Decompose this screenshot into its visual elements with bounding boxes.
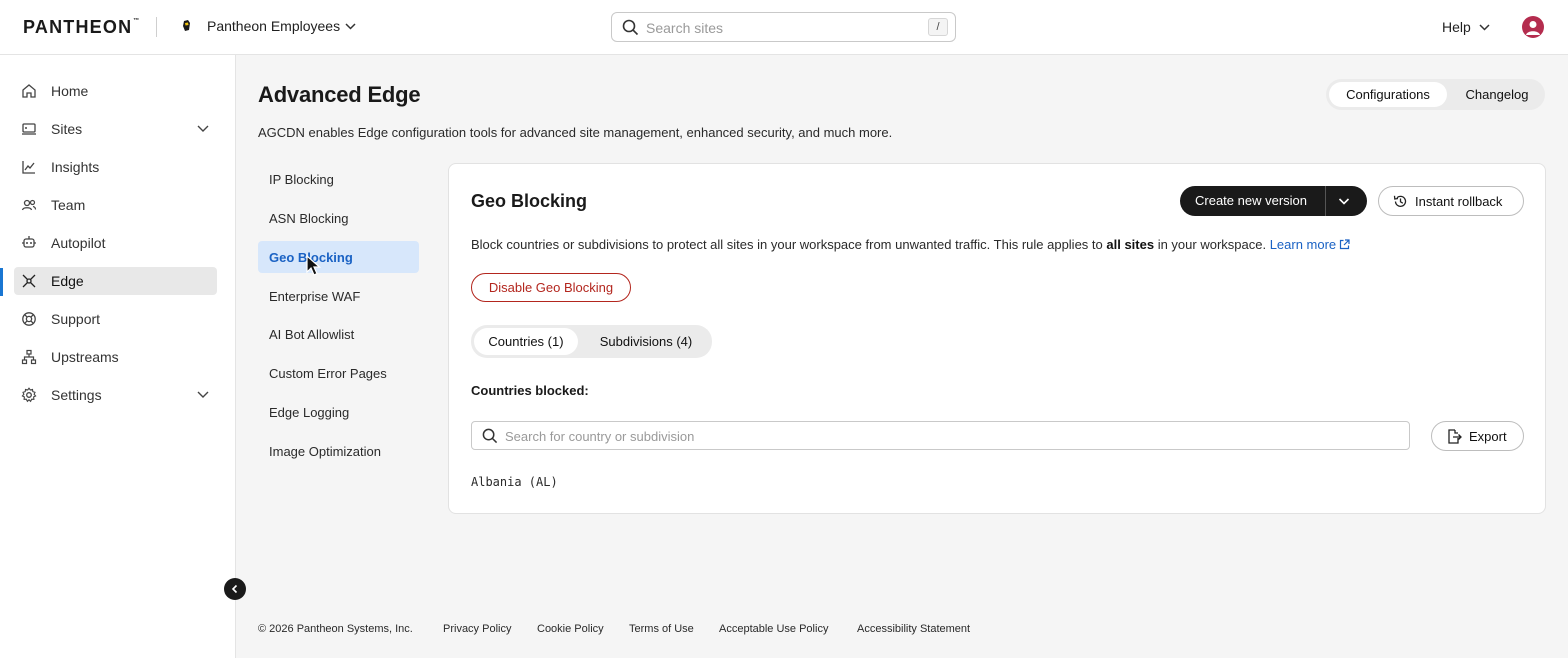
top-bar: PANTHEON™ Pantheon Employees Search site… [0,0,1568,55]
subnav-label: Enterprise WAF [269,289,361,304]
chevron-down-icon[interactable] [197,124,209,134]
shortcut-key: / [928,18,948,36]
sidebar-item-insights[interactable]: Insights [14,153,217,181]
subnav-asn-blocking[interactable]: ASN Blocking [258,202,419,234]
insights-icon [22,161,35,174]
card-description: Block countries or subdivisions to prote… [471,237,1350,252]
create-version-button[interactable]: Create new version [1195,193,1307,208]
collapse-sidebar-button[interactable] [224,578,246,600]
view-toggle: Configurations Changelog [1326,79,1545,110]
subnav-custom-error-pages[interactable]: Custom Error Pages [258,357,419,389]
tab-countries[interactable]: Countries (1) [474,328,578,355]
tab-changelog[interactable]: Changelog [1452,82,1542,107]
tab-group: Countries (1) Subdivisions (4) [471,325,712,358]
sidebar-item-label: Settings [51,387,102,403]
tab-configurations[interactable]: Configurations [1329,82,1447,107]
tab-subdivisions[interactable]: Subdivisions (4) [583,328,709,355]
chevron-down-icon[interactable] [1478,21,1491,34]
geo-blocking-card: Geo Blocking Create new version Instant … [448,163,1546,514]
page-description: AGCDN enables Edge configuration tools f… [258,125,893,140]
subnav-enterprise-waf[interactable]: Enterprise WAF [258,280,419,312]
mouse-cursor-icon [306,255,322,276]
external-link-icon[interactable] [1339,239,1350,250]
divider [1325,186,1326,216]
subnav-image-optimization[interactable]: Image Optimization [258,435,419,467]
subnav-edge-logging[interactable]: Edge Logging [258,396,419,428]
create-version-button-group: Create new version [1180,186,1367,216]
search-placeholder: Search for country or subdivision [505,429,695,444]
export-icon [1448,429,1462,444]
card-title: Geo Blocking [471,191,588,211]
footer-link-privacy[interactable]: Privacy Policy [443,623,511,635]
chevron-down-icon[interactable] [197,390,209,400]
subnav-ip-blocking[interactable]: IP Blocking [258,163,419,195]
search-placeholder: Search sites [646,20,724,36]
export-label: Export [1469,429,1507,444]
avatar[interactable] [1522,16,1544,38]
sidebar-item-label: Insights [51,159,100,175]
help-menu[interactable]: Help [1442,19,1471,35]
chevron-down-icon[interactable] [1338,197,1350,206]
sidebar-item-label: Support [51,311,101,327]
chevron-left-icon [231,584,238,594]
subnav-label: AI Bot Allowlist [269,327,355,342]
subnav-label: ASN Blocking [269,211,349,226]
country-search-input[interactable]: Search for country or subdivision [471,421,1410,450]
sidebar-item-sites[interactable]: Sites [14,115,217,143]
sidebar-item-upstreams[interactable]: Upstreams [14,343,217,371]
edge-icon [22,274,36,288]
copyright: © 2026 Pantheon Systems, Inc. [258,623,413,635]
sidebar-item-label: Upstreams [51,349,119,365]
subnav-geo-blocking[interactable]: Geo Blocking [258,241,419,273]
disable-geo-blocking-button[interactable]: Disable Geo Blocking [471,273,631,302]
footer-link-acceptable-use[interactable]: Acceptable Use Policy [719,623,828,635]
countries-blocked-heading: Countries blocked: [471,383,589,398]
subnav-label: Image Optimization [269,444,381,459]
rollback-label: Instant rollback [1415,194,1503,209]
search-icon [622,19,639,36]
sidebar-item-label: Edge [51,273,84,289]
pantheon-logo[interactable]: PANTHEON™ [23,17,139,38]
workspace-switcher[interactable]: Pantheon Employees [207,18,340,34]
team-icon [21,199,37,211]
subnav-label: IP Blocking [269,172,334,187]
subnav-label: Edge Logging [269,405,350,420]
sidebar-item-autopilot[interactable]: Autopilot [14,229,217,257]
subnav-label: Custom Error Pages [269,366,387,381]
workspace-icon [183,20,190,31]
footer-link-terms[interactable]: Terms of Use [629,623,694,635]
learn-more-link[interactable]: Learn more [1270,237,1336,252]
sidebar-item-label: Home [51,83,89,99]
sidebar-item-edge[interactable]: Edge [14,267,217,295]
sidebar-item-home[interactable]: Home [14,77,217,105]
instant-rollback-button[interactable]: Instant rollback [1378,186,1524,216]
gear-icon [21,387,37,403]
active-indicator [0,268,3,296]
sites-icon [22,123,36,135]
sidebar-item-support[interactable]: Support [14,305,217,333]
subnav-ai-bot-allowlist[interactable]: AI Bot Allowlist [258,318,419,350]
export-button[interactable]: Export [1431,421,1524,451]
page-title: Advanced Edge [258,82,421,107]
sidebar-item-label: Team [51,197,86,213]
footer-link-cookie[interactable]: Cookie Policy [537,623,604,635]
home-icon [22,84,36,98]
sidebar-item-team[interactable]: Team [14,191,217,219]
sidebar-item-settings[interactable]: Settings [14,381,217,409]
upstreams-icon [21,349,37,365]
sidebar-item-label: Autopilot [51,235,106,251]
sidebar: Home Sites Insights Team Autopilot Edge … [0,55,236,658]
sidebar-item-label: Sites [51,121,83,137]
user-icon [1526,21,1540,35]
footer-link-accessibility[interactable]: Accessibility Statement [857,623,970,635]
site-search[interactable]: Search sites / [611,12,956,42]
support-icon [22,312,36,326]
chevron-down-icon[interactable] [344,20,357,33]
search-icon [482,428,498,444]
autopilot-icon [22,236,36,248]
divider [156,17,157,37]
list-item: Albania (AL) [471,475,558,489]
history-icon [1393,195,1407,207]
